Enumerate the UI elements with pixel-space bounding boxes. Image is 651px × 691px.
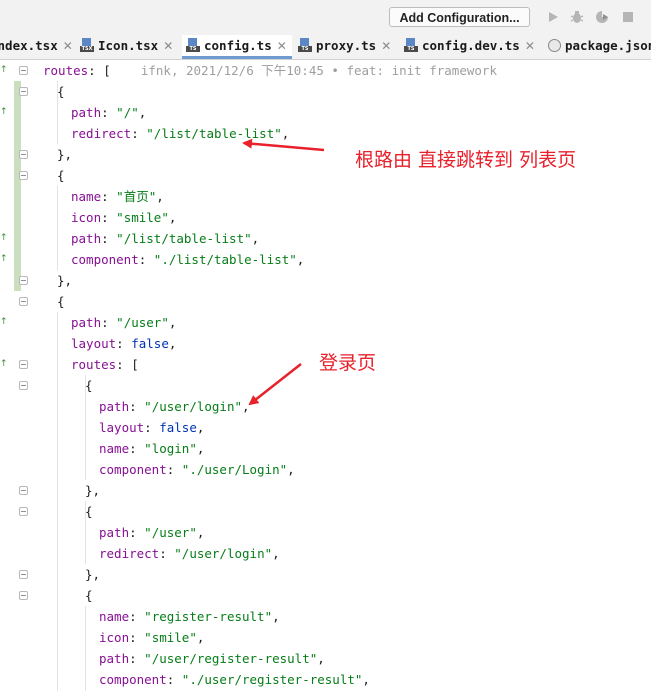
annotation-arrows — [242, 138, 325, 406]
arrow-to-login — [248, 363, 302, 406]
arrow-to-redirect — [242, 138, 325, 152]
